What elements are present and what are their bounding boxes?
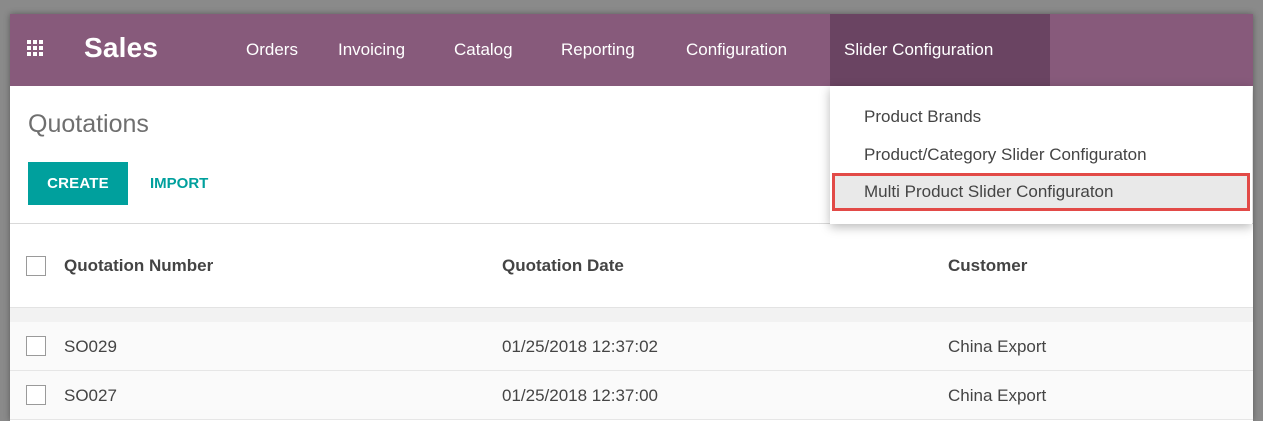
menu-configuration[interactable]: Configuration xyxy=(672,14,801,86)
customer: China Export xyxy=(948,386,1047,405)
page-title: Quotations xyxy=(28,110,149,138)
dropdown-item-multi-product-slider-configuration[interactable]: Multi Product Slider Configuraton xyxy=(832,173,1250,211)
grid-apps-icon[interactable] xyxy=(27,40,43,56)
quotation-date: 01/25/2018 12:37:00 xyxy=(502,386,658,405)
table-row[interactable]: SO029 01/25/2018 12:37:02 China Export xyxy=(10,322,1253,371)
quotation-number: SO027 xyxy=(64,386,117,405)
menu-orders[interactable]: Orders xyxy=(232,14,312,86)
import-button[interactable]: IMPORT xyxy=(150,162,208,205)
menu-catalog[interactable]: Catalog xyxy=(440,14,527,86)
row-checkbox[interactable] xyxy=(26,336,46,356)
menu-slider-configuration[interactable]: Slider Configuration xyxy=(830,14,1050,86)
quotation-date: 01/25/2018 12:37:02 xyxy=(502,337,658,356)
top-navbar: Sales Orders Invoicing Catalog Reporting… xyxy=(10,14,1253,86)
quotation-number: SO029 xyxy=(64,337,117,356)
row-checkbox[interactable] xyxy=(26,385,46,405)
dropdown-item-product-category-slider-configuration[interactable]: Product/Category Slider Configuraton xyxy=(830,136,1252,174)
column-header-customer[interactable]: Customer xyxy=(948,224,1027,308)
table-header: Quotation Number Quotation Date Customer xyxy=(10,224,1253,308)
sales-window: Sales Orders Invoicing Catalog Reporting… xyxy=(10,14,1253,421)
customer: China Export xyxy=(948,337,1047,356)
column-header-quotation-number[interactable]: Quotation Number xyxy=(64,224,213,308)
select-all-checkbox[interactable] xyxy=(26,256,46,276)
menu-invoicing[interactable]: Invoicing xyxy=(324,14,419,86)
create-button[interactable]: CREATE xyxy=(28,162,128,205)
app-title[interactable]: Sales xyxy=(84,32,158,64)
table-row[interactable]: SO027 01/25/2018 12:37:00 China Export xyxy=(10,371,1253,420)
menu-reporting[interactable]: Reporting xyxy=(547,14,649,86)
column-header-quotation-date[interactable]: Quotation Date xyxy=(502,224,624,308)
slider-configuration-dropdown: Product Brands Product/Category Slider C… xyxy=(830,86,1252,224)
dropdown-item-product-brands[interactable]: Product Brands xyxy=(830,98,1252,136)
table-header-spacer xyxy=(10,308,1253,322)
